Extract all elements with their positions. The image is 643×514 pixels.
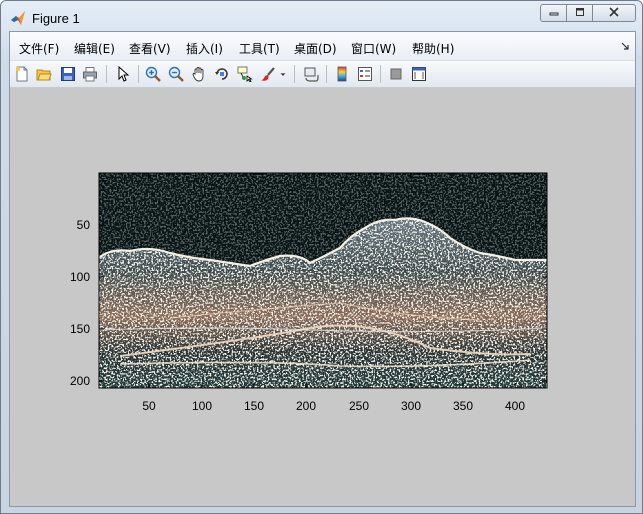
x-tick-label: 100 xyxy=(192,399,212,413)
menu-help[interactable]: 帮助(H) xyxy=(412,40,454,57)
close-button[interactable] xyxy=(592,4,636,22)
toolbar-separator xyxy=(138,65,139,83)
zoom-in-icon[interactable] xyxy=(144,65,162,83)
brush-icon[interactable] xyxy=(259,65,277,83)
figure-canvas[interactable]: 50 100 150 200 250 300 350 400 50 100 15… xyxy=(10,88,635,506)
x-tick-label: 250 xyxy=(349,399,369,413)
minimize-button[interactable] xyxy=(540,4,566,22)
figure-client-area: 文件(F) 编辑(E) 查看(V) 插入(I) 工具(T) 桌面(D) 窗口(W… xyxy=(9,31,636,507)
matlab-logo-icon xyxy=(10,10,26,26)
figure-window: Figure 1 文件(F) 编辑(E) 查看(V) 插入(I) 工具(T) 桌… xyxy=(0,0,643,514)
x-tick-label: 400 xyxy=(505,399,525,413)
menu-edit[interactable]: 编辑(E) xyxy=(74,40,115,57)
brush-dropdown-icon[interactable] xyxy=(278,65,288,83)
toolbar-separator xyxy=(106,65,107,83)
menu-bar: 文件(F) 编辑(E) 查看(V) 插入(I) 工具(T) 桌面(D) 窗口(W… xyxy=(10,32,635,61)
pan-icon[interactable] xyxy=(190,65,208,83)
title-bar[interactable]: Figure 1 xyxy=(1,1,642,31)
y-tick-label: 150 xyxy=(70,322,90,336)
figure-toolbar xyxy=(10,61,635,88)
menu-tools[interactable]: 工具(T) xyxy=(239,40,280,57)
y-tick-label: 50 xyxy=(77,218,91,232)
open-file-icon[interactable] xyxy=(35,65,53,83)
maximize-icon xyxy=(575,7,585,20)
x-tick-label: 50 xyxy=(142,399,156,413)
toolbar-separator xyxy=(294,65,295,83)
print-icon[interactable] xyxy=(81,65,99,83)
minimize-icon xyxy=(549,7,559,20)
edit-plot-icon[interactable] xyxy=(114,65,132,83)
close-icon xyxy=(609,6,619,20)
show-plot-tools-icon[interactable] xyxy=(410,65,428,83)
y-tick-label: 100 xyxy=(70,270,90,284)
menu-desktop[interactable]: 桌面(D) xyxy=(294,40,337,57)
colorbar-icon[interactable] xyxy=(333,65,351,83)
menu-insert[interactable]: 插入(I) xyxy=(186,40,223,57)
legend-icon[interactable] xyxy=(356,65,374,83)
toolbar-separator xyxy=(380,65,381,83)
menu-window[interactable]: 窗口(W) xyxy=(351,40,396,57)
link-plot-icon[interactable] xyxy=(302,65,320,83)
data-cursor-icon[interactable] xyxy=(236,65,254,83)
y-tick-label: 200 xyxy=(70,374,90,388)
maximize-button[interactable] xyxy=(566,4,592,22)
new-figure-icon[interactable] xyxy=(13,65,31,83)
x-tick-label: 350 xyxy=(453,399,473,413)
toolbar-separator xyxy=(326,65,327,83)
corner-arrow-icon[interactable] xyxy=(621,42,629,53)
menu-file[interactable]: 文件(F) xyxy=(19,40,59,57)
x-tick-label: 200 xyxy=(296,399,316,413)
edge-image xyxy=(99,173,547,388)
rotate-3d-icon[interactable] xyxy=(213,65,231,83)
zoom-out-icon[interactable] xyxy=(167,65,185,83)
x-tick-label: 300 xyxy=(401,399,421,413)
x-tick-label: 150 xyxy=(244,399,264,413)
save-icon[interactable] xyxy=(59,65,77,83)
hide-plot-tools-icon[interactable] xyxy=(387,65,405,83)
window-title: Figure 1 xyxy=(32,11,80,26)
menu-view[interactable]: 查看(V) xyxy=(129,40,171,57)
axes[interactable]: 50 100 150 200 250 300 350 400 50 100 15… xyxy=(10,88,635,506)
